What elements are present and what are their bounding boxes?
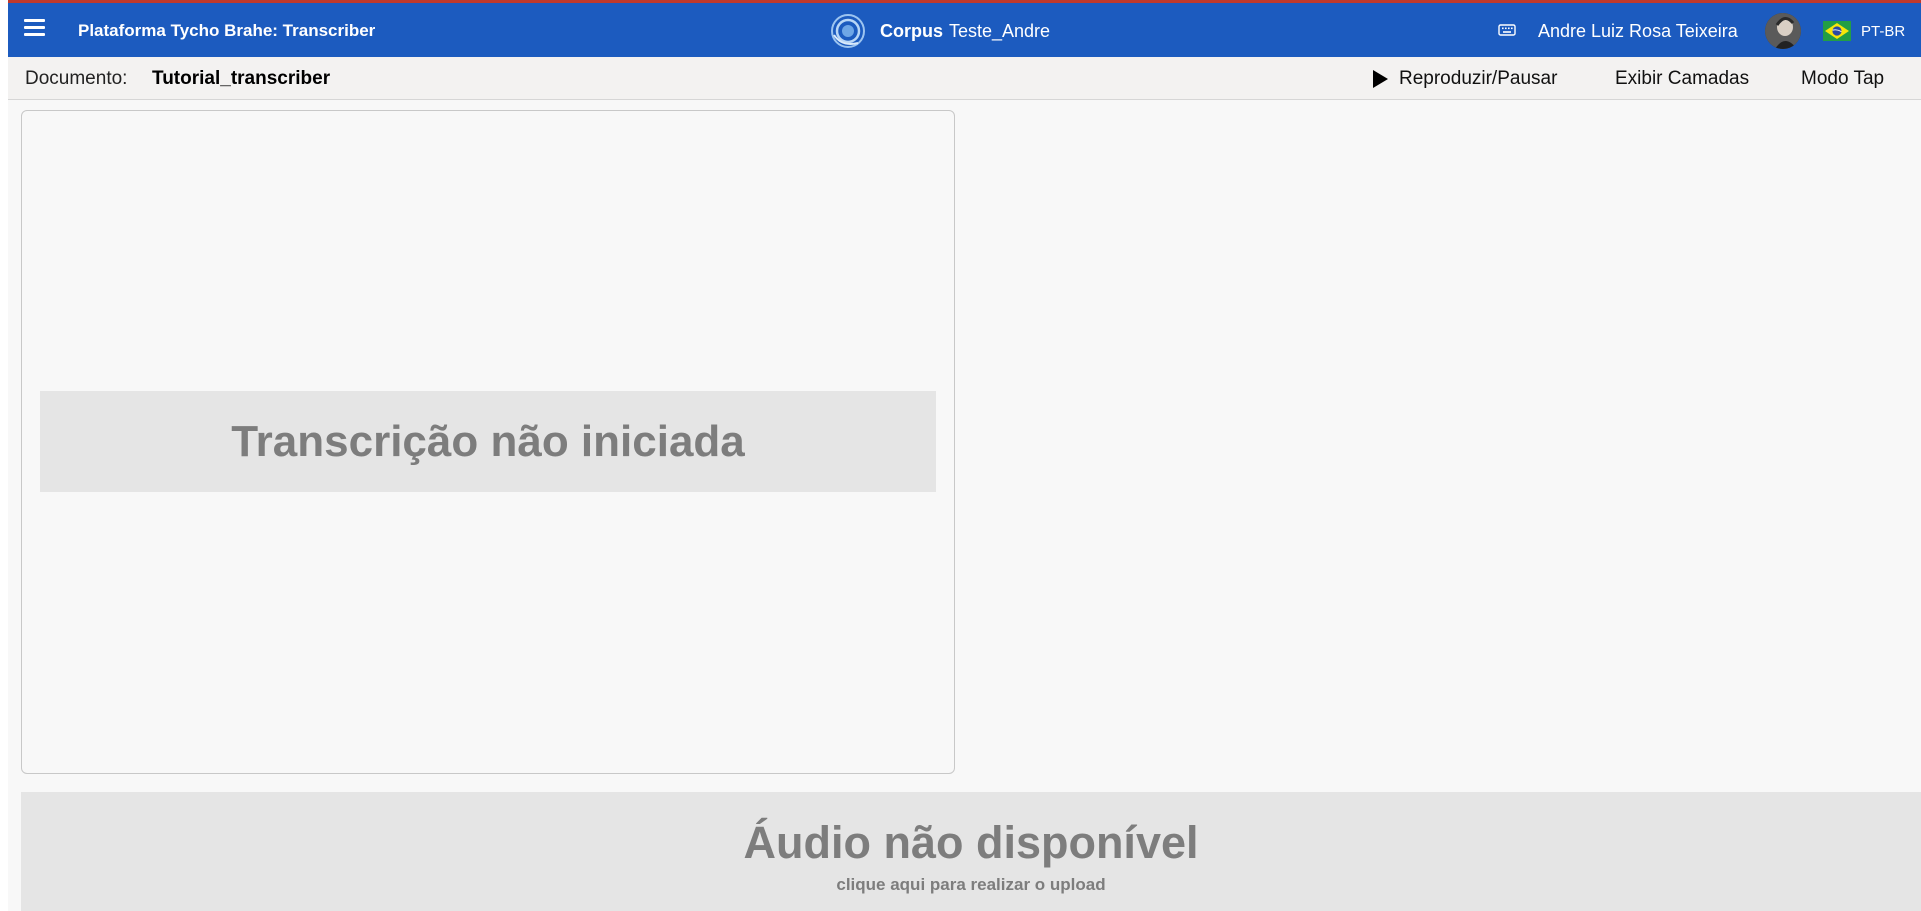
top-navbar: Plataforma Tycho Brahe: Transcriber Corp… (8, 3, 1921, 57)
avatar[interactable] (1765, 13, 1801, 49)
hamburger-icon[interactable] (24, 19, 45, 37)
language-label: PT-BR (1861, 22, 1906, 40)
document-label: Documento: (25, 68, 128, 89)
play-pause-label: Reproduzir/Pausar (1399, 68, 1558, 89)
audio-upload-hint[interactable]: clique aqui para realizar o upload (21, 875, 1921, 895)
show-layers-button[interactable]: Exibir Camadas (1615, 64, 1749, 94)
tap-mode-button[interactable]: Modo Tap (1801, 64, 1884, 94)
keyboard-icon[interactable] (1498, 23, 1516, 37)
play-pause-button[interactable]: Reproduzir/Pausar (1371, 64, 1557, 94)
transcription-status-banner: Transcrição não iniciada (40, 391, 936, 492)
corpus-name: Teste_Andre (949, 20, 1051, 41)
tap-mode-label: Modo Tap (1801, 68, 1885, 89)
brazil-flag-icon (1823, 21, 1851, 41)
user-name[interactable]: Andre Luiz Rosa Teixeira (1538, 21, 1738, 42)
user-photo (1765, 13, 1801, 49)
transcription-panel: Transcrição não iniciada (21, 110, 955, 774)
app-title: Plataforma Tycho Brahe: Transcriber (78, 21, 376, 40)
play-icon (1373, 70, 1388, 88)
audio-status: Áudio não disponível (743, 817, 1199, 868)
language-selector[interactable]: PT-BR (1823, 19, 1905, 43)
audio-upload-area[interactable]: Áudio não disponível clique aqui para re… (21, 792, 1921, 911)
transcriber-app: Plataforma Tycho Brahe: Transcriber Corp… (8, 0, 1921, 911)
corpus-label: Corpus (880, 20, 943, 41)
show-layers-label: Exibir Camadas (1615, 68, 1750, 89)
document-name: Tutorial_transcriber (152, 68, 331, 89)
spiral-logo-icon (831, 14, 865, 48)
corpus-indicator: Corpus Teste_Andre (830, 12, 1050, 50)
transcription-status: Transcrição não iniciada (231, 416, 745, 466)
document-toolbar: Documento: Tutorial_transcriber Reproduz… (8, 57, 1921, 100)
